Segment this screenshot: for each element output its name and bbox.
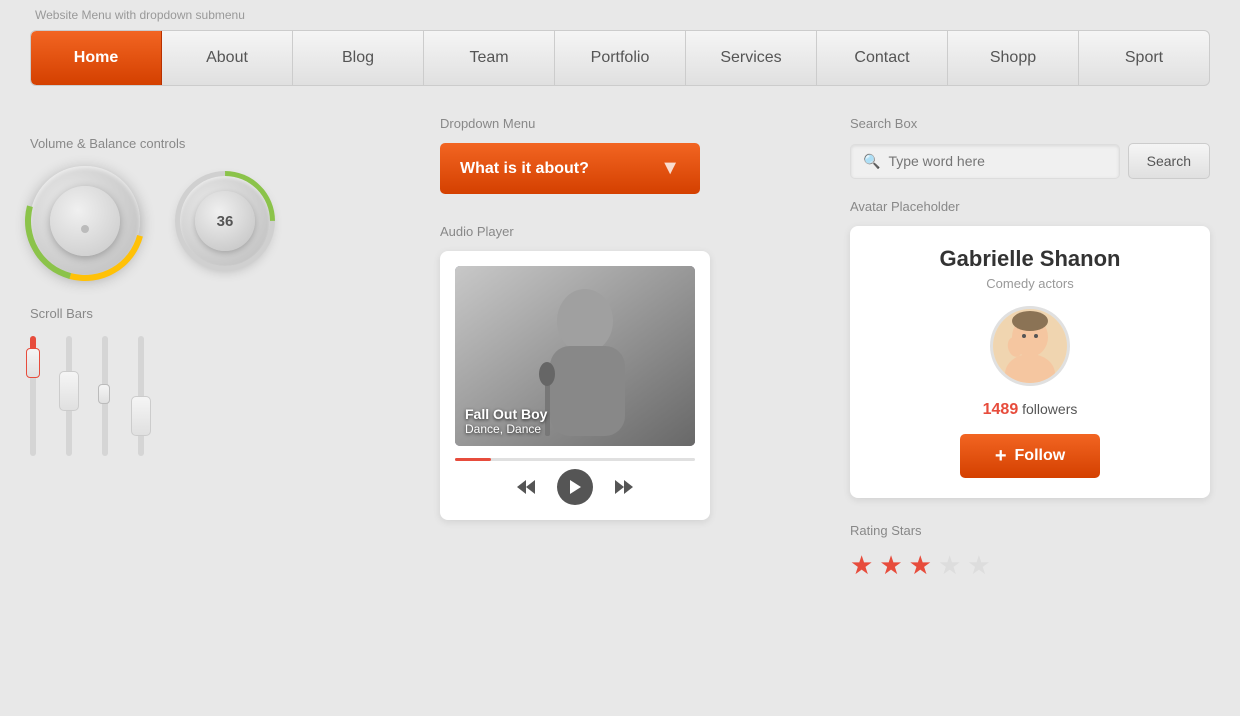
player-progress-bar[interactable] (455, 458, 695, 461)
star-5[interactable]: ★ (967, 550, 990, 581)
scrollbar-2[interactable] (66, 336, 72, 466)
star-2[interactable]: ★ (879, 550, 902, 581)
scrollbar-track-4 (138, 336, 144, 456)
nav-item-shopp[interactable]: Shopp (948, 31, 1079, 85)
dropdown-section: Dropdown Menu What is it about? ▼ (440, 116, 820, 194)
rewind-icon (515, 476, 537, 498)
scrollbars-section: Scroll Bars (30, 306, 410, 476)
balance-ring (154, 150, 295, 291)
stars-row: ★ ★ ★ ★ ★ (850, 550, 1210, 581)
player-play-button[interactable] (557, 469, 593, 505)
forward-icon (613, 476, 635, 498)
volume-knob[interactable] (30, 166, 140, 276)
nav-item-sport[interactable]: Sport (1079, 31, 1209, 85)
player-image: Fall Out Boy Dance, Dance (455, 266, 695, 446)
nav-bar: Home About Blog Team Portfolio Services … (30, 30, 1210, 86)
main-content: Volume & Balance controls 36 (30, 116, 1210, 581)
scrollbars-label: Scroll Bars (30, 306, 410, 321)
nav-item-team[interactable]: Team (424, 31, 555, 85)
scrollbar-track-1 (30, 336, 36, 456)
avatar-section-label: Avatar Placeholder (850, 199, 1210, 214)
volume-ring (3, 139, 167, 303)
right-column: Search Box 🔍 Search Avatar Placeholder G… (850, 116, 1210, 581)
nav-item-blog[interactable]: Blog (293, 31, 424, 85)
player-progress-fill (455, 458, 491, 461)
scrollbar-3[interactable] (102, 336, 108, 466)
player-rewind-button[interactable] (515, 476, 537, 498)
controls-section: Volume & Balance controls 36 (30, 136, 410, 276)
dropdown-button-label: What is it about? (460, 160, 589, 178)
player-song-artist: Dance, Dance (465, 422, 547, 436)
rating-section: Rating Stars ★ ★ ★ ★ ★ (850, 523, 1210, 581)
avatar-name: Gabrielle Shanon (870, 246, 1190, 272)
mid-column: Dropdown Menu What is it about? ▼ Audio … (440, 116, 820, 581)
search-box-section: Search Box 🔍 Search (850, 116, 1210, 179)
avatar (990, 306, 1070, 386)
dropdown-label: Dropdown Menu (440, 116, 820, 131)
avatar-role: Comedy actors (870, 276, 1190, 291)
left-column: Volume & Balance controls 36 (30, 116, 410, 581)
nav-item-about[interactable]: About (162, 31, 293, 85)
scrollbar-track-2 (66, 336, 72, 456)
player-song-title: Fall Out Boy (465, 406, 547, 422)
play-icon (568, 479, 582, 495)
search-box-label: Search Box (850, 116, 1210, 131)
audio-player: Fall Out Boy Dance, Dance (440, 251, 710, 520)
avatar-section: Avatar Placeholder Gabrielle Shanon Come… (850, 199, 1210, 498)
player-text-overlay: Fall Out Boy Dance, Dance (465, 406, 547, 436)
scrollbar-thumb-4[interactable] (131, 396, 151, 436)
scrollbar-thumb-2[interactable] (59, 371, 79, 411)
search-button[interactable]: Search (1128, 143, 1210, 179)
nav-item-services[interactable]: Services (686, 31, 817, 85)
avatar-card: Gabrielle Shanon Comedy actors (850, 226, 1210, 498)
player-controls (455, 469, 695, 505)
follow-button-label: Follow (1015, 447, 1066, 465)
star-3[interactable]: ★ (909, 550, 932, 581)
nav-item-home[interactable]: Home (31, 31, 162, 85)
followers-number: 1489 (983, 401, 1019, 418)
search-input[interactable] (888, 153, 1106, 169)
followers-count: 1489 followers (870, 401, 1190, 419)
search-input-wrap: 🔍 (850, 144, 1120, 179)
nav-item-contact[interactable]: Contact (817, 31, 948, 85)
audio-player-label: Audio Player (440, 224, 820, 239)
page-title: Website Menu with dropdown submenu (0, 0, 1240, 30)
followers-label-text: followers (1022, 401, 1077, 417)
rating-label: Rating Stars (850, 523, 1210, 538)
scrollbar-thumb-1[interactable] (26, 348, 40, 378)
player-forward-button[interactable] (613, 476, 635, 498)
dropdown-button[interactable]: What is it about? ▼ (440, 143, 700, 194)
avatar-image (993, 309, 1067, 383)
follow-plus-icon: + (995, 446, 1007, 466)
scrollbar-track-3 (102, 336, 108, 456)
scrollbar-thumb-3[interactable] (98, 384, 110, 404)
follow-button[interactable]: + Follow (960, 434, 1100, 478)
balance-knob[interactable]: 36 (180, 176, 270, 266)
search-row: 🔍 Search (850, 143, 1210, 179)
scrollbars-row (30, 336, 410, 476)
star-4[interactable]: ★ (938, 550, 961, 581)
audio-player-section: Audio Player (440, 224, 820, 520)
controls-label: Volume & Balance controls (30, 136, 410, 151)
knobs-row: 36 (30, 166, 410, 276)
scrollbar-4[interactable] (138, 336, 144, 466)
search-icon: 🔍 (863, 153, 880, 170)
scrollbar-1[interactable] (30, 336, 36, 466)
star-1[interactable]: ★ (850, 550, 873, 581)
nav-item-portfolio[interactable]: Portfolio (555, 31, 686, 85)
dropdown-arrow-icon: ▼ (660, 157, 680, 180)
